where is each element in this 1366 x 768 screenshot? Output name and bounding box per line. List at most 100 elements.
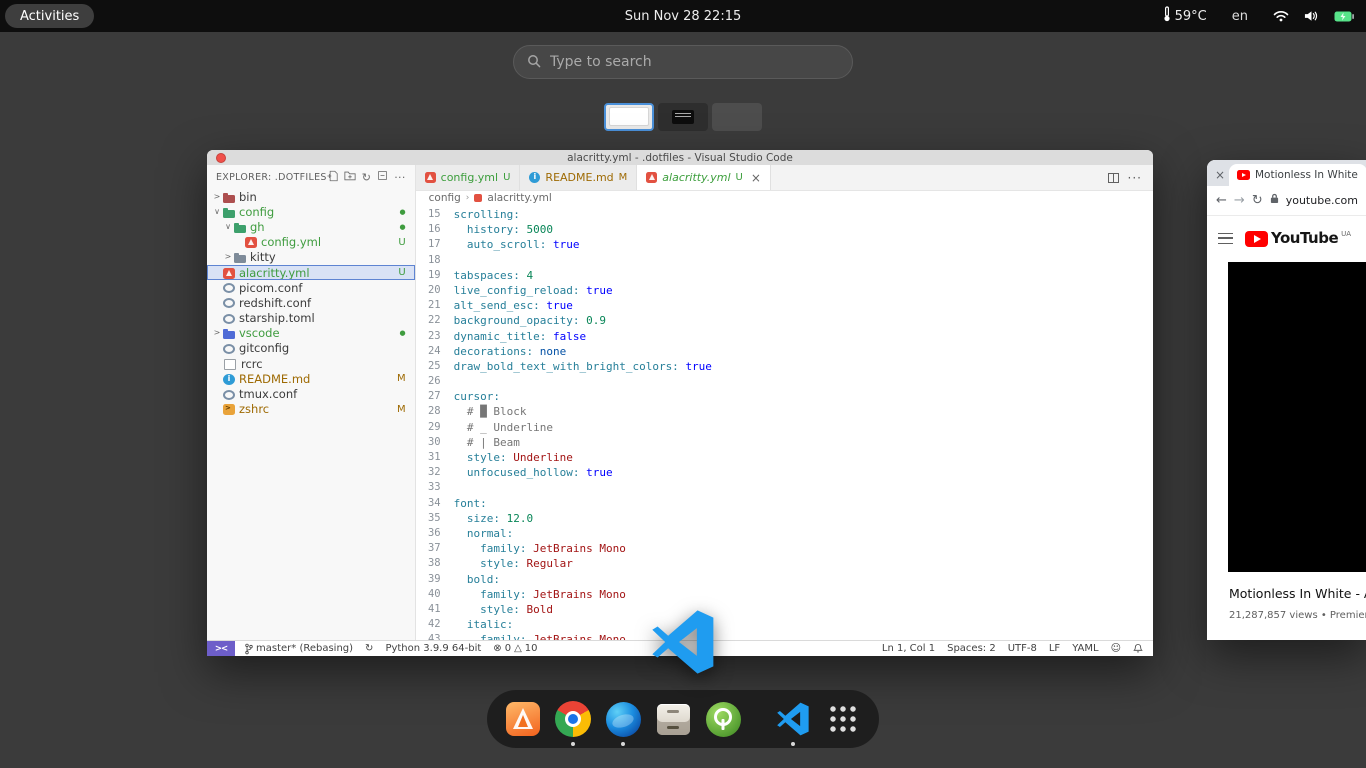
code-line[interactable]: 27cursor:: [416, 389, 1153, 404]
code-line[interactable]: 19tabspaces: 4: [416, 268, 1153, 283]
problems-indicator[interactable]: ⊗ 0 △ 10: [493, 643, 537, 654]
tree-item-tmux.conf[interactable]: tmux.conf: [207, 386, 415, 401]
dock-app-grid-icon[interactable]: [823, 699, 863, 739]
notifications-bell-icon[interactable]: [1133, 643, 1143, 654]
dock-alacritty-icon[interactable]: [503, 699, 543, 739]
code-line[interactable]: 32 unfocused_hollow: true: [416, 465, 1153, 480]
code-line[interactable]: 37 family: JetBrains Mono: [416, 541, 1153, 556]
clock[interactable]: Sun Nov 28 22:15: [625, 0, 742, 32]
code-line[interactable]: 35 size: 12.0: [416, 511, 1153, 526]
dock-files-icon[interactable]: [653, 699, 693, 739]
eol-setting[interactable]: LF: [1049, 643, 1060, 654]
temperature-indicator[interactable]: 59°C: [1163, 6, 1207, 26]
feedback-icon[interactable]: ☺: [1111, 644, 1121, 654]
indentation-setting[interactable]: Spaces: 2: [947, 643, 996, 654]
code-line[interactable]: 29 # _ Underline: [416, 420, 1153, 435]
code-line[interactable]: 30 # | Beam: [416, 435, 1153, 450]
git-branch-indicator[interactable]: master* (Rebasing): [245, 643, 353, 655]
code-line[interactable]: 16 history: 5000: [416, 222, 1153, 237]
tree-item-picom.conf[interactable]: picom.conf: [207, 280, 415, 295]
code-line[interactable]: 38 style: Regular: [416, 556, 1153, 571]
code-line[interactable]: 31 style: Underline: [416, 450, 1153, 465]
breadcrumb-file[interactable]: alacritty.yml: [487, 192, 551, 204]
wifi-icon[interactable]: [1273, 10, 1289, 22]
dock-vscode-icon[interactable]: [773, 699, 813, 739]
code-line[interactable]: 18: [416, 253, 1153, 268]
code-line[interactable]: 24decorations: none: [416, 344, 1153, 359]
code-line[interactable]: 23dynamic_title: false: [416, 329, 1153, 344]
cursor-position[interactable]: Ln 1, Col 1: [882, 643, 935, 654]
dock-chrome-icon[interactable]: [553, 699, 593, 739]
sync-changes-icon[interactable]: ↻: [365, 644, 373, 654]
code-line[interactable]: 41 style: Bold: [416, 602, 1153, 617]
back-button[interactable]: ←: [1216, 194, 1227, 207]
python-interpreter[interactable]: Python 3.9.9 64-bit: [385, 643, 481, 654]
breadcrumb-folder[interactable]: config: [429, 192, 461, 204]
file-encoding[interactable]: UTF-8: [1008, 643, 1037, 654]
tab-README.md[interactable]: README.mdM: [520, 165, 637, 190]
code-line[interactable]: 28 # █ Block: [416, 404, 1153, 419]
dock-edge-icon[interactable]: [603, 699, 643, 739]
code-line[interactable]: 25draw_bold_text_with_bright_colors: tru…: [416, 359, 1153, 374]
workspace-thumbnail-1[interactable]: [604, 103, 654, 131]
tree-item-alacritty.yml[interactable]: alacritty.ymlU: [207, 265, 415, 280]
forward-button[interactable]: →: [1234, 194, 1245, 207]
code-line[interactable]: 15scrolling:: [416, 207, 1153, 222]
code-line[interactable]: 33: [416, 480, 1153, 495]
code-line[interactable]: 26: [416, 374, 1153, 389]
chrome-tab-youtube[interactable]: Motionless In White -: [1229, 164, 1366, 186]
close-button[interactable]: [216, 153, 226, 163]
tree-item-gitconfig[interactable]: gitconfig: [207, 341, 415, 356]
tree-item-README.md[interactable]: README.mdM: [207, 371, 415, 386]
code-line[interactable]: 40 family: JetBrains Mono: [416, 587, 1153, 602]
code-line[interactable]: 43 family: JetBrains Mono: [416, 632, 1153, 640]
code-line[interactable]: 42 italic:: [416, 617, 1153, 632]
new-file-icon[interactable]: [327, 170, 338, 185]
youtube-logo[interactable]: YouTube UA: [1245, 229, 1351, 247]
tree-item-rcrc[interactable]: rcrc: [207, 356, 415, 371]
code-line[interactable]: 36 normal:: [416, 526, 1153, 541]
tree-item-kitty[interactable]: >kitty: [207, 250, 415, 265]
vscode-titlebar[interactable]: alacritty.yml - .dotfiles - Visual Studi…: [207, 150, 1153, 165]
tree-item-starship.toml[interactable]: starship.toml: [207, 311, 415, 326]
hamburger-menu-icon[interactable]: [1218, 233, 1233, 244]
split-editor-icon[interactable]: [1108, 173, 1119, 183]
editor-more-actions-icon[interactable]: ···: [1128, 171, 1142, 185]
reload-button[interactable]: ↻: [1252, 194, 1263, 207]
workspace-thumbnail-2[interactable]: [658, 103, 708, 131]
collapse-all-icon[interactable]: [377, 170, 388, 184]
remote-indicator[interactable]: ><: [207, 641, 235, 656]
refresh-icon[interactable]: ↻: [362, 172, 372, 183]
close-tab-icon[interactable]: ×: [1212, 166, 1228, 184]
close-tab-icon[interactable]: ×: [751, 171, 761, 185]
tree-item-config[interactable]: ∨config●: [207, 204, 415, 219]
tree-item-config.yml[interactable]: config.ymlU: [207, 235, 415, 250]
code-line[interactable]: 17 auto_scroll: true: [416, 237, 1153, 252]
address-bar[interactable]: youtube.com/wa: [1286, 194, 1358, 207]
breadcrumb[interactable]: config › alacritty.yml: [416, 191, 1153, 205]
video-player[interactable]: [1228, 262, 1366, 572]
keyboard-layout-indicator[interactable]: en: [1232, 9, 1248, 24]
code-line[interactable]: 34font:: [416, 496, 1153, 511]
search-input[interactable]: [550, 54, 839, 70]
code-line[interactable]: 20live_config_reload: true: [416, 283, 1153, 298]
more-actions-icon[interactable]: ···: [394, 172, 405, 183]
code-line[interactable]: 22background_opacity: 0.9: [416, 313, 1153, 328]
code-editor[interactable]: 15scrolling:16 history: 500017 auto_scro…: [416, 205, 1153, 640]
new-folder-icon[interactable]: [344, 170, 356, 184]
tree-item-bin[interactable]: >bin: [207, 189, 415, 204]
tree-item-zshrc[interactable]: zshrcM: [207, 402, 415, 417]
volume-icon[interactable]: [1304, 10, 1319, 22]
code-line[interactable]: 21alt_send_esc: true: [416, 298, 1153, 313]
activities-button[interactable]: Activities: [5, 4, 94, 28]
dock-keepassxc-icon[interactable]: [703, 699, 743, 739]
tree-item-vscode[interactable]: >vscode●: [207, 326, 415, 341]
workspace-thumbnail-3[interactable]: [712, 103, 762, 131]
tab-config.yml[interactable]: config.ymlU: [416, 165, 521, 190]
tree-item-redshift.conf[interactable]: redshift.conf: [207, 295, 415, 310]
code-line[interactable]: 39 bold:: [416, 572, 1153, 587]
language-mode[interactable]: YAML: [1072, 643, 1098, 654]
tab-alacritty.yml[interactable]: alacritty.ymlU×: [637, 165, 771, 190]
tree-item-gh[interactable]: ∨gh●: [207, 219, 415, 234]
battery-icon[interactable]: [1334, 11, 1354, 22]
